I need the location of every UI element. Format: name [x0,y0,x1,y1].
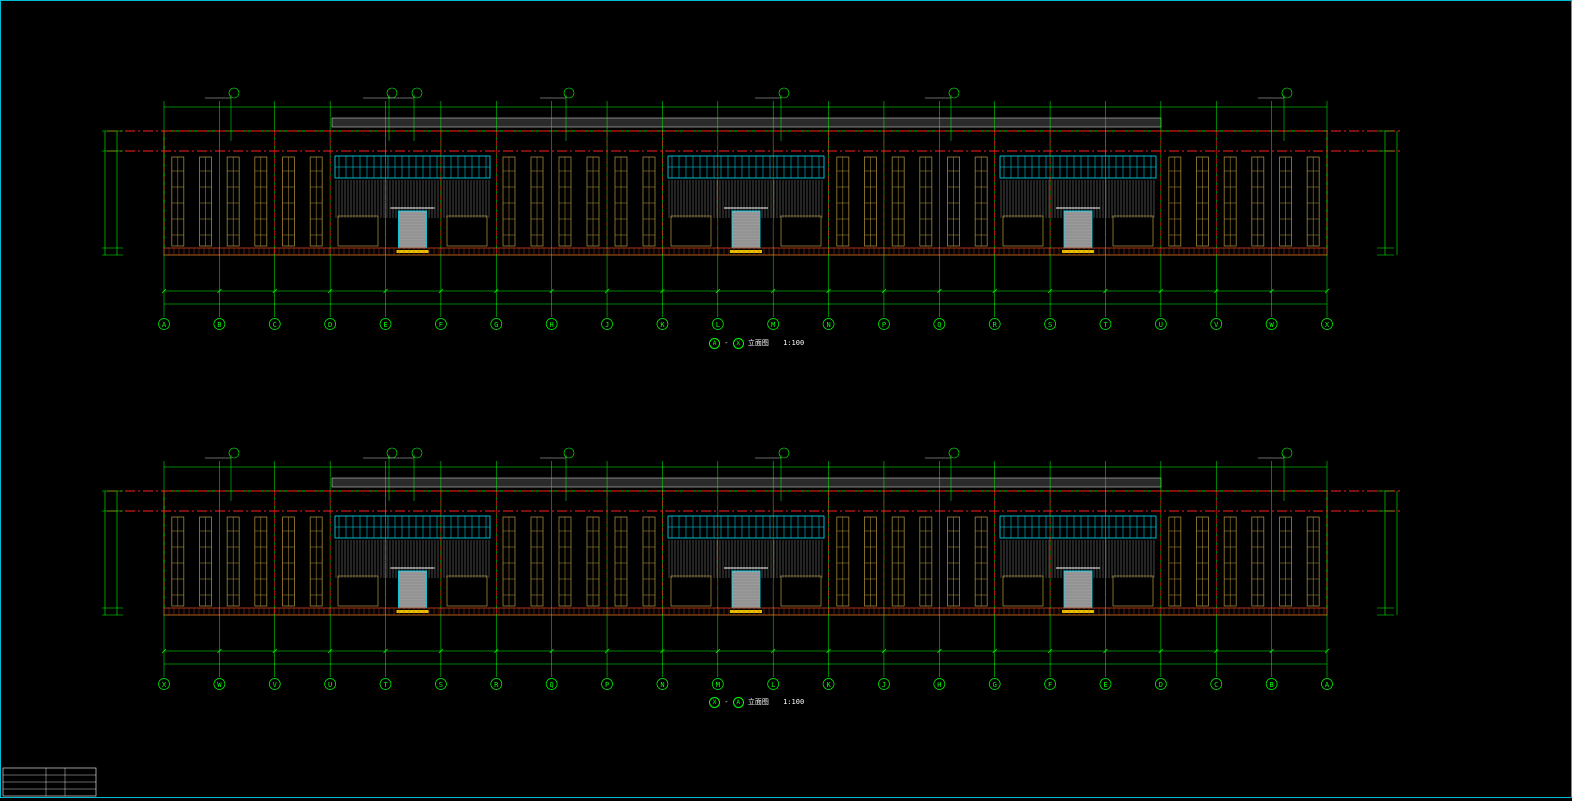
callout-bubble [411,87,423,99]
caption-1-from: A [709,338,720,349]
axis-label: N [660,681,664,689]
axis-label: C [1214,681,1218,689]
axis-label: V [273,681,278,689]
lower-window [337,575,379,607]
lower-window [670,215,712,247]
axis-label: T [1103,321,1108,329]
callout-bubble [1281,87,1293,99]
caption-2-to: A [732,697,744,708]
axis-label: J [605,321,609,329]
axis-label: J [882,681,886,689]
lower-window [337,215,379,247]
callout-bubble [411,447,423,459]
caption-2-dash: - [724,698,729,706]
caption-1: A - X 立面图 1:100 [709,338,804,349]
lower-window [1002,215,1044,247]
callout-bubble [948,87,960,99]
axis-label: B [217,321,221,329]
axis-label: K [826,681,831,689]
axis-label: F [1048,681,1052,689]
rolling-door [398,570,427,609]
callout-bubble [948,447,960,459]
axis-label: W [217,681,222,689]
axis-label: K [660,321,665,329]
caption-2: X - A 立面图 1:100 [709,697,804,708]
axis-label: X [162,681,167,689]
rolling-door [731,570,761,609]
elevation-2: XWVUTSRQPNMLKJHGFEDCBA [102,447,1401,690]
lower-window [1002,575,1044,607]
axis-label: V [1214,321,1219,329]
axis-label: L [716,321,720,329]
door-ramp [730,610,762,613]
axis-label: G [494,321,498,329]
axis-label: T [383,681,388,689]
door-ramp [730,250,762,253]
elevation-1: ABCDEFGHJKLMNPQRSTUVWX [102,87,1401,330]
axis-label: M [771,321,775,329]
lower-window [670,575,712,607]
axis-label: A [162,321,167,329]
callout-bubble [386,447,398,459]
parapet-band [331,477,1162,488]
caption-2-scale: 1:100 [783,698,805,706]
axis-label: B [1270,681,1274,689]
axis-label: Q [937,321,941,329]
lower-window [1112,215,1154,247]
elevation-drawing: A B C D E F G H J K L M N P Q R S T U V W X X W V U T S R Q P N M L K J H G F E… [2,87,1401,797]
axis-label: P [882,321,886,329]
lower-window [780,215,822,247]
door-ramp [396,610,429,613]
axis-label: E [1103,681,1107,689]
caption-2-title: 立面图 [747,698,769,706]
callout-bubble [778,447,790,459]
lower-window [780,575,822,607]
rolling-door [1063,210,1093,249]
axis-label: C [273,321,277,329]
callout-bubble [386,87,398,99]
axis-label: A [1325,681,1330,689]
axis-label: D [1159,681,1163,689]
parapet-band [331,117,1162,128]
axis-label: H [550,321,554,329]
caption-1-scale: 1:100 [783,339,805,347]
axis-label: D [328,321,332,329]
axis-label: S [439,681,443,689]
caption-1-dash: - [724,339,729,347]
axis-label: P [605,681,609,689]
axis-label: N [826,321,830,329]
axis-label: M [716,681,720,689]
axis-label: Q [550,681,554,689]
axis-label: L [771,681,775,689]
axis-label: R [494,681,499,689]
axis-label: W [1270,321,1275,329]
axis-label: S [1048,321,1052,329]
caption-2-from: X [709,697,720,708]
axis-label: F [439,321,443,329]
rolling-door [398,210,427,249]
titleblock-table [2,767,97,797]
axis-label: G [993,681,997,689]
rolling-door [731,210,761,249]
callout-bubble [228,447,240,459]
lower-window [1112,575,1154,607]
caption-1-to: X [732,338,744,349]
callout-bubble [563,87,575,99]
callout-bubble [563,447,575,459]
axis-label: U [1159,321,1163,329]
axis-label: X [1325,321,1330,329]
lower-window [446,575,488,607]
callout-bubble [778,87,790,99]
cad-drawing-canvas: A B C D E F G H J K L M N P Q R S T U V W X X W V U T S R Q P N M L K J H G F E… [0,0,1572,798]
rolling-door [1063,570,1093,609]
caption-1-title: 立面图 [747,339,769,347]
door-ramp [396,250,429,253]
axis-label: R [993,321,998,329]
axis-label: H [937,681,941,689]
callout-bubble [228,87,240,99]
axis-label: U [328,681,332,689]
lower-window [446,215,488,247]
callout-bubble [1281,447,1293,459]
axis-label: E [383,321,387,329]
